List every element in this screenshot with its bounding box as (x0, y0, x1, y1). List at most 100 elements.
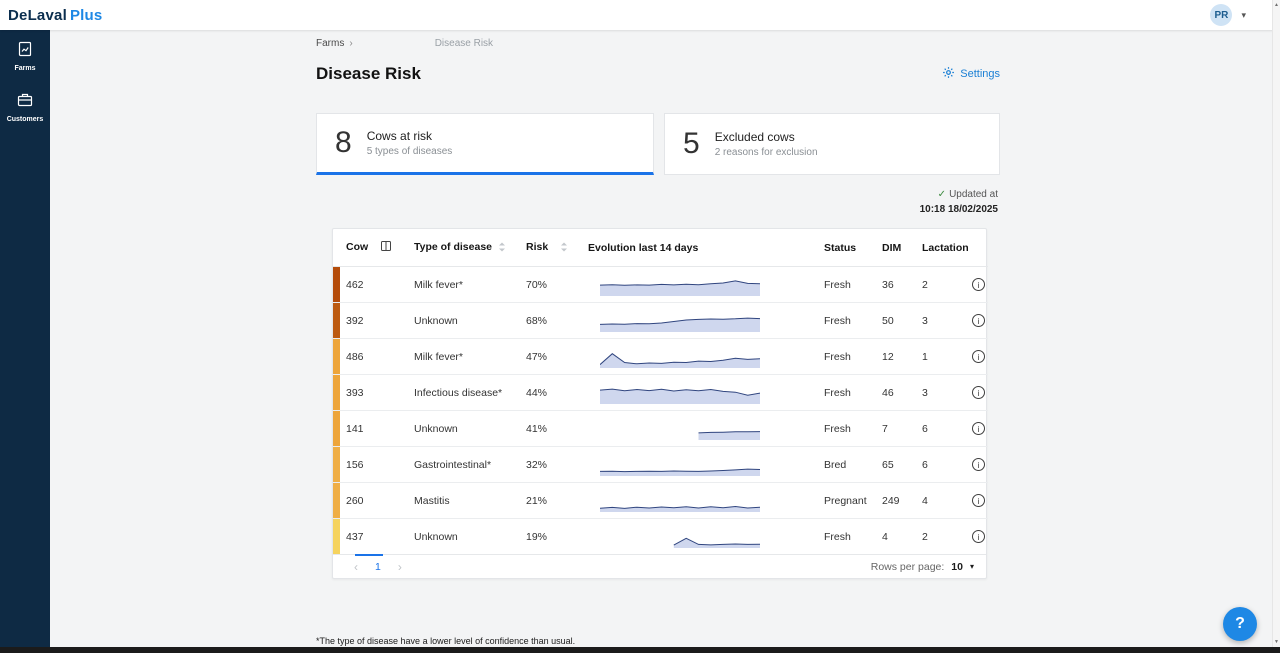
lactation-nr: 3 (918, 375, 968, 411)
status: Fresh (820, 267, 878, 303)
rows-per-page-value: 10 (951, 561, 963, 573)
card-subtitle: 5 types of diseases (367, 146, 453, 157)
sidebar-item-label: Farms (14, 65, 35, 72)
status: Pregnant (820, 483, 878, 519)
cow-id: 260 (340, 483, 410, 519)
status: Fresh (820, 519, 878, 555)
status: Fresh (820, 375, 878, 411)
page-number[interactable]: 1 (367, 561, 389, 573)
breadcrumb-farms[interactable]: Farms (316, 38, 344, 49)
table-row[interactable]: 462 Milk fever* 70% Fresh 36 2 i (333, 267, 988, 303)
disease-type: Unknown (410, 411, 522, 447)
chevron-down-icon[interactable]: ▾ (1241, 10, 1246, 21)
settings-button[interactable]: Settings (942, 66, 1000, 82)
customers-icon (17, 92, 33, 113)
table-row[interactable]: 392 Unknown 68% Fresh 50 3 i (333, 303, 988, 339)
table-row[interactable]: 393 Infectious disease* 44% Fresh 46 3 i (333, 375, 988, 411)
lactation-nr: 2 (918, 267, 968, 303)
scroll-down-icon[interactable]: ▼ (1274, 639, 1279, 645)
lactation-nr: 6 (918, 411, 968, 447)
disease-table-body: 462 Milk fever* 70% Fresh 36 2 i 392 Unk… (333, 267, 988, 555)
info-icon[interactable]: i (972, 350, 985, 363)
evolution-sparkline (600, 453, 760, 477)
lactation-nr: 4 (918, 483, 968, 519)
info-icon[interactable]: i (972, 278, 985, 291)
evolution-sparkline (600, 489, 760, 513)
lactation-nr: 1 (918, 339, 968, 375)
scrollbar[interactable]: ▲ ▼ (1272, 0, 1280, 647)
rows-per-page-select[interactable]: Rows per page: 10 ▾ (871, 561, 974, 573)
risk-color-bar (333, 447, 340, 482)
cow-id: 392 (340, 303, 410, 339)
help-button[interactable]: ? (1223, 607, 1257, 641)
table-row[interactable]: 486 Milk fever* 47% Fresh 12 1 i (333, 339, 988, 375)
dim: 7 (878, 411, 918, 447)
info-icon[interactable]: i (972, 386, 985, 399)
evolution-sparkline (600, 417, 760, 441)
scroll-up-icon[interactable]: ▲ (1274, 2, 1279, 8)
sort-icon[interactable] (498, 242, 506, 255)
disease-type: Mastitis (410, 483, 522, 519)
summary-card-cows-at-risk[interactable]: 8 Cows at risk 5 types of diseases (316, 113, 654, 175)
window-bottom-edge (0, 647, 1280, 653)
table-row[interactable]: 260 Mastitis 21% Pregnant 249 4 i (333, 483, 988, 519)
risk-value: 21% (522, 483, 584, 519)
info-icon[interactable]: i (972, 314, 985, 327)
info-icon[interactable]: i (972, 458, 985, 471)
main-content: Farms › Disease Risk Disease Risk Settin… (316, 30, 1000, 579)
dim: 4 (878, 519, 918, 555)
avatar[interactable]: PR (1210, 4, 1232, 26)
status: Fresh (820, 411, 878, 447)
disease-type: Gastrointestinal* (410, 447, 522, 483)
evolution-sparkline (600, 273, 760, 297)
status: Fresh (820, 303, 878, 339)
column-evolution: Evolution last 14 days (584, 229, 820, 267)
risk-color-bar (333, 339, 340, 374)
table-header-row: Cow Type of disease (333, 229, 988, 267)
evolution-sparkline (600, 381, 760, 405)
cow-id: 462 (340, 267, 410, 303)
info-icon[interactable]: i (972, 530, 985, 543)
next-page-button[interactable]: › (389, 560, 411, 574)
sort-icon[interactable] (560, 242, 568, 255)
card-value: 8 (335, 126, 352, 160)
columns-icon[interactable] (380, 243, 392, 255)
cow-id: 486 (340, 339, 410, 375)
check-icon: ✓ (938, 189, 946, 200)
lactation-nr: 3 (918, 303, 968, 339)
dim: 12 (878, 339, 918, 375)
sidebar-item-customers[interactable]: Customers (0, 81, 50, 132)
cow-id: 141 (340, 411, 410, 447)
column-info (968, 229, 988, 267)
table-row[interactable]: 156 Gastrointestinal* 32% Bred 65 6 i (333, 447, 988, 483)
breadcrumb-separator: › (349, 38, 352, 49)
risk-color-bar (333, 411, 340, 446)
column-type-of-disease[interactable]: Type of disease (410, 229, 522, 267)
cow-id: 156 (340, 447, 410, 483)
sidebar-item-farms[interactable]: Farms (0, 30, 50, 81)
disease-type: Infectious disease* (410, 375, 522, 411)
previous-page-button[interactable]: ‹ (345, 560, 367, 574)
risk-value: 68% (522, 303, 584, 339)
table-row[interactable]: 141 Unknown 41% Fresh 7 6 i (333, 411, 988, 447)
user-menu[interactable]: PR ▾ (1210, 4, 1246, 26)
column-risk[interactable]: Risk (522, 229, 584, 267)
info-icon[interactable]: i (972, 494, 985, 507)
sidebar: Farms Customers (0, 30, 50, 647)
table-row[interactable]: 437 Unknown 19% Fresh 4 2 i (333, 519, 988, 555)
disease-type: Milk fever* (410, 339, 522, 375)
evolution-sparkline (600, 309, 760, 333)
active-page-indicator (355, 554, 383, 556)
breadcrumb: Farms › Disease Risk (316, 38, 1000, 49)
summary-card-excluded-cows[interactable]: 5 Excluded cows 2 reasons for exclusion (664, 113, 1000, 175)
disease-table: Cow Type of disease (333, 229, 988, 554)
pagination: ‹ 1 › Rows per page: 10 ▾ (333, 554, 986, 578)
settings-label: Settings (960, 68, 1000, 80)
status: Bred (820, 447, 878, 483)
column-cow: Cow (346, 241, 368, 253)
info-icon[interactable]: i (972, 422, 985, 435)
card-value: 5 (683, 127, 700, 161)
brand-secondary: Plus (70, 7, 102, 24)
cow-id: 437 (340, 519, 410, 555)
disease-footnote: *The type of disease have a lower level … (316, 636, 575, 646)
